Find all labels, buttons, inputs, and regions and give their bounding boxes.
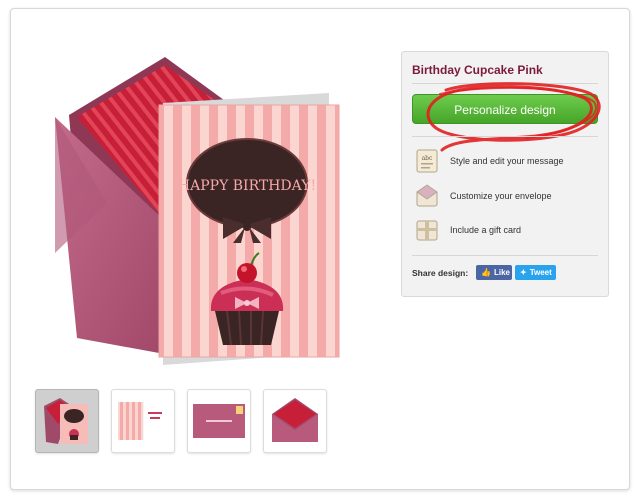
feature-label: Style and edit your message [450,156,564,166]
design-title: Birthday Cupcake Pink [412,63,543,77]
thumbnail-envelope-back[interactable] [187,389,251,453]
product-frame: HAPPY BIRTHDAY! Birthday Cupcake Pink Pe… [10,8,630,490]
card-front: HAPPY BIRTHDAY! [158,104,340,358]
twitter-bird-icon: ✦ [520,268,527,277]
feature-label: Customize your envelope [450,191,552,201]
thumbnail-envelope-open[interactable] [263,389,327,453]
personalize-design-button[interactable]: Personalize design [412,94,598,124]
share-label: Share design: [412,268,469,278]
tweet-label: Tweet [529,268,552,277]
feature-label: Include a gift card [450,225,522,235]
card-preview: HAPPY BIRTHDAY! [47,53,347,365]
envelope-icon [416,184,438,207]
feature-customize-envelope[interactable]: Customize your envelope [416,183,602,209]
feature-gift-card[interactable]: Include a gift card [416,217,602,243]
thumbs-up-icon: 👍 [481,268,491,277]
greeting-text: HAPPY BIRTHDAY! [178,178,316,194]
facebook-like-button[interactable]: 👍 Like [476,265,512,280]
like-label: Like [493,268,510,277]
divider [412,83,598,84]
message-card-icon: abc [416,149,438,173]
twitter-tweet-button[interactable]: ✦ Tweet [515,265,556,280]
thumbnail-card-inside[interactable] [111,389,175,453]
divider [412,136,598,137]
thumbnail-strip [35,389,355,455]
feature-style-message[interactable]: abc Style and edit your message [416,148,602,174]
design-panel: Birthday Cupcake Pink Personalize design… [401,51,609,297]
svg-text:abc: abc [422,155,433,162]
gift-card-icon [416,220,438,241]
divider [412,255,598,256]
thumbnail-card-front[interactable] [35,389,99,453]
